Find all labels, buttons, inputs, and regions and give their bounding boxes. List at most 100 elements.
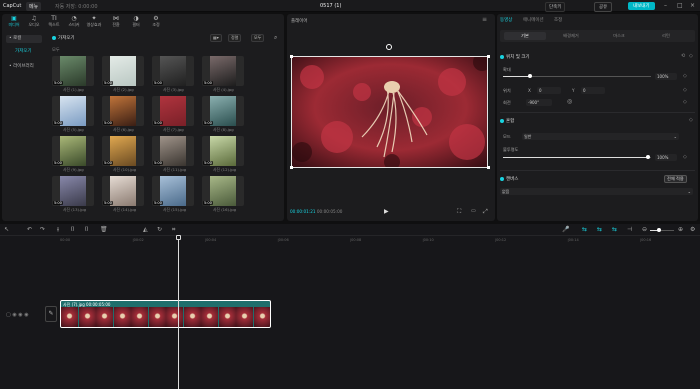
sort-button[interactable]: 정렬: [228, 34, 242, 42]
maximize-icon[interactable]: □: [677, 2, 683, 9]
tab-transition[interactable]: ⋈ 전환: [106, 15, 126, 28]
position-keyframe-icon[interactable]: ◇: [683, 87, 687, 93]
zoom-in-icon[interactable]: ⊕: [678, 226, 683, 233]
media-thumbnail[interactable]: 5:00: [52, 96, 94, 126]
media-thumbnail[interactable]: 5:00: [52, 56, 94, 86]
media-thumbnail[interactable]: 5:00: [102, 96, 144, 126]
scale-keyframe-icon[interactable]: ◇: [683, 73, 687, 79]
project-title[interactable]: 0517 (1): [320, 3, 341, 9]
tab-audio[interactable]: ♫ 오디오: [24, 15, 44, 28]
delete-icon[interactable]: 🗑: [100, 226, 108, 233]
reset-icon[interactable]: ⟲: [681, 53, 685, 59]
apply-all-button[interactable]: 전체 적용: [664, 175, 687, 183]
media-thumbnail[interactable]: 5:00: [102, 136, 144, 166]
media-thumbnail[interactable]: 5:00: [202, 56, 244, 86]
media-thumbnail[interactable]: 5:00: [152, 56, 194, 86]
rotate-keyframe-icon[interactable]: ◇: [683, 99, 687, 105]
ratio-icon[interactable]: ▭: [471, 208, 476, 214]
media-thumbnail[interactable]: 5:00: [102, 56, 144, 86]
mic-icon[interactable]: 🎤: [562, 226, 569, 233]
cover-button[interactable]: ✎: [45, 306, 57, 322]
magnet-icon[interactable]: ⇆: [582, 226, 587, 233]
tab-adjustment[interactable]: 조정: [554, 17, 562, 23]
hide-icon[interactable]: ◉: [12, 312, 16, 318]
video-clip[interactable]: 사진 (7).jpg 00:00:05:00: [60, 300, 271, 328]
tab-effects[interactable]: ✦ 영상효과: [84, 15, 104, 28]
crop-icon[interactable]: ⌗: [172, 226, 175, 234]
resize-handle-bl[interactable]: [290, 166, 293, 169]
blend-keyframe-icon[interactable]: ◇: [689, 117, 693, 123]
scale-slider[interactable]: [503, 74, 651, 78]
canvas-select[interactable]: 없음 ⌄: [500, 188, 693, 195]
tab-adjust[interactable]: ⚙ 조정: [146, 15, 166, 28]
mute-icon[interactable]: ◉: [18, 312, 22, 318]
select-tool-icon[interactable]: ↖: [4, 226, 9, 233]
preview-axis-icon[interactable]: ⇆: [612, 226, 617, 233]
resize-handle-br[interactable]: [487, 166, 490, 169]
section-canvas[interactable]: 캔버스: [500, 176, 518, 182]
media-thumbnail[interactable]: 5:00: [102, 176, 144, 206]
resize-handle-tr[interactable]: [487, 55, 490, 58]
tab-text[interactable]: TI 텍스트: [44, 15, 64, 28]
rotate-icon[interactable]: ↻: [157, 226, 162, 233]
opacity-slider[interactable]: [503, 155, 651, 159]
more-icon[interactable]: ◉: [24, 312, 28, 318]
media-thumbnail[interactable]: 5:00: [202, 96, 244, 126]
lock-icon[interactable]: ▢: [6, 312, 11, 318]
sidebar-item-library[interactable]: • 라이브러리: [6, 63, 42, 71]
redo-icon[interactable]: ↷: [40, 226, 45, 233]
media-thumbnail[interactable]: 5:00: [52, 176, 94, 206]
tab-sticker[interactable]: ◔ 스티커: [64, 15, 84, 28]
tab-media[interactable]: ▣ 미디어: [4, 15, 24, 28]
rotate-field[interactable]: -900°: [526, 99, 552, 106]
fullscreen-icon[interactable]: ⤢: [483, 208, 488, 216]
subtab-remove-bg[interactable]: 배경제거: [550, 32, 592, 40]
subtab-mask[interactable]: 마스크: [598, 32, 640, 40]
media-thumbnail[interactable]: 5:00: [202, 176, 244, 206]
y-field[interactable]: 0: [581, 87, 605, 94]
media-thumbnail[interactable]: 5:00: [152, 136, 194, 166]
mode-select[interactable]: 일반 ⌄: [522, 133, 679, 140]
view-toggle-button[interactable]: ▦▾: [210, 34, 222, 42]
media-thumbnail[interactable]: 5:00: [152, 176, 194, 206]
subtab-retouch[interactable]: 리턴: [645, 32, 687, 40]
split-icon[interactable]: ⫲: [57, 226, 59, 234]
media-thumbnail[interactable]: 5:00: [52, 136, 94, 166]
split-left-icon[interactable]: ⌷: [71, 226, 75, 234]
shortcut-button[interactable]: 단축키: [545, 2, 566, 12]
opacity-keyframe-icon[interactable]: ◇: [683, 154, 687, 160]
import-button[interactable]: 가져오기: [52, 35, 75, 41]
x-field[interactable]: 0: [537, 87, 561, 94]
tab-video[interactable]: 동영상: [500, 17, 512, 23]
resize-handle-tl[interactable]: [290, 55, 293, 58]
tab-animation[interactable]: 애니메이션: [523, 17, 544, 23]
close-icon[interactable]: ×: [690, 2, 695, 9]
play-icon[interactable]: ▶: [384, 208, 389, 215]
video-preview[interactable]: [291, 56, 488, 168]
minimize-icon[interactable]: –: [664, 2, 667, 9]
sidebar-item-local[interactable]: • 로컬: [6, 35, 42, 43]
section-blend[interactable]: 혼합: [500, 118, 514, 124]
mirror-icon[interactable]: ◭: [143, 226, 148, 233]
export-button[interactable]: 내보내기: [628, 2, 655, 10]
rotate-dial-icon[interactable]: ◎: [567, 98, 572, 105]
playhead[interactable]: [176, 235, 181, 389]
filter-all-button[interactable]: 모두: [251, 34, 265, 42]
keyframe-icon[interactable]: ◇: [689, 53, 693, 59]
search-icon[interactable]: ⌕: [274, 34, 277, 42]
player-menu-icon[interactable]: ≡: [482, 16, 487, 23]
zoom-slider[interactable]: [650, 228, 674, 232]
split-axis-icon[interactable]: ⊣: [627, 226, 632, 233]
scale-value[interactable]: 100%: [655, 73, 677, 80]
share-button[interactable]: 공유: [594, 2, 613, 12]
link-icon[interactable]: ⇆: [597, 226, 602, 233]
settings-icon[interactable]: ⚙: [690, 226, 695, 233]
split-right-icon[interactable]: ⌷: [85, 226, 89, 234]
subtab-basic[interactable]: 기본: [504, 32, 546, 40]
fit-icon[interactable]: ⛶: [457, 208, 461, 216]
opacity-value[interactable]: 100%: [655, 154, 677, 161]
media-thumbnail[interactable]: 5:00: [152, 96, 194, 126]
tab-filter[interactable]: ◑ 필터: [126, 15, 146, 28]
zoom-out-icon[interactable]: ⊖: [642, 226, 647, 233]
sidebar-item-import[interactable]: 가져오기: [6, 48, 42, 56]
